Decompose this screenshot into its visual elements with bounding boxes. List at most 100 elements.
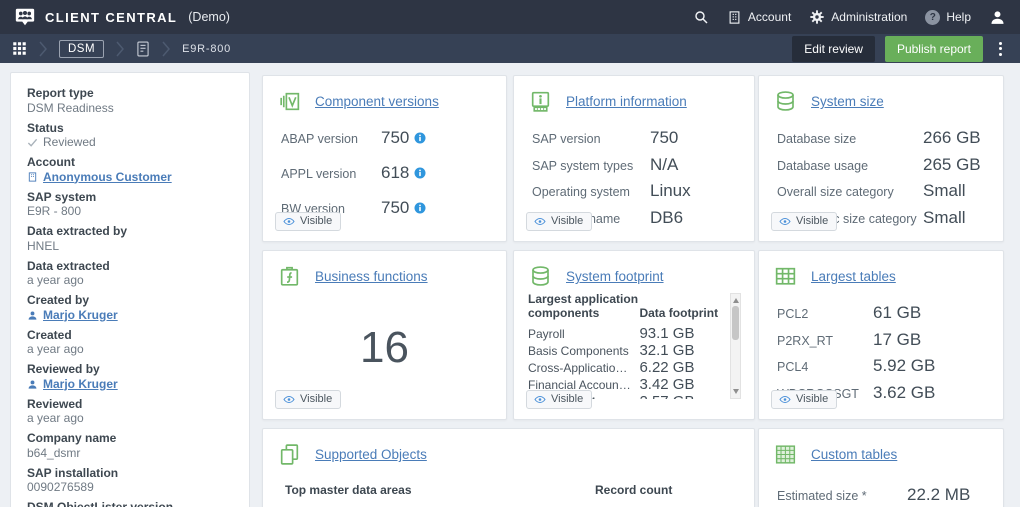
- kv-row: SAP version 750: [532, 128, 740, 148]
- apps-grid-icon[interactable]: [12, 41, 27, 56]
- supported-objects-title-link[interactable]: Supported Objects: [315, 447, 427, 462]
- chevron-right-icon: [161, 41, 171, 57]
- field-label: SAP installation: [27, 467, 233, 481]
- supported-objects-icon: [277, 442, 302, 467]
- nav-help[interactable]: ? Help: [925, 10, 971, 25]
- field-sap-installation: SAP installation 0090276589: [27, 467, 233, 496]
- row-value: 618: [381, 163, 409, 183]
- custom-tables-icon: [773, 442, 798, 467]
- business-functions-title-link[interactable]: Business functions: [315, 269, 428, 284]
- field-label: SAP system: [27, 191, 233, 205]
- nav-administration-label: Administration: [831, 10, 907, 24]
- info-icon[interactable]: [414, 132, 426, 144]
- info-icon[interactable]: [414, 202, 426, 214]
- row-label: Basis Components: [528, 344, 639, 358]
- field-value: DSM Readiness: [27, 101, 233, 116]
- largest-tables-title-link[interactable]: Largest tables: [811, 269, 896, 284]
- field-label: Created: [27, 329, 233, 343]
- scrollbar-thumb[interactable]: [732, 306, 739, 340]
- visible-badge[interactable]: Visible: [275, 212, 341, 231]
- breadcrumb: DSM E9R-800: [12, 40, 231, 58]
- person-icon: [27, 310, 38, 321]
- footprint-row: Payroll 93.1 GB: [528, 325, 727, 342]
- reviewed-by-link[interactable]: Marjo Kruger: [43, 377, 118, 392]
- field-reviewed: Reviewed a year ago: [27, 398, 233, 427]
- column-header: Data footprint: [639, 306, 718, 320]
- visible-badge[interactable]: Visible: [526, 390, 592, 409]
- row-label: PCL4: [777, 360, 873, 374]
- column-header: Record count: [595, 483, 672, 497]
- field-label: Data extracted by: [27, 225, 233, 239]
- kv-row: PCL4 5.92 GB: [777, 356, 989, 376]
- custom-tables-title-link[interactable]: Custom tables: [811, 447, 897, 462]
- brand-demo-label: (Demo): [188, 10, 230, 24]
- field-company-name: Company name b64_dsmr: [27, 432, 233, 461]
- field-label: Created by: [27, 294, 233, 308]
- eye-icon: [283, 217, 295, 226]
- eye-icon: [779, 395, 791, 404]
- visible-badge[interactable]: Visible: [526, 212, 592, 231]
- row-label: APPL version: [281, 167, 381, 181]
- field-value: a year ago: [27, 342, 233, 357]
- visible-badge[interactable]: Visible: [771, 390, 837, 409]
- breadcrumb-dsm[interactable]: DSM: [59, 40, 104, 58]
- field-created-by: Created by Marjo Kruger: [27, 294, 233, 323]
- field-data-extracted: Data extracted a year ago: [27, 260, 233, 289]
- system-footprint-card: System footprint Largest application com…: [513, 250, 755, 420]
- nav-account-label: Account: [748, 10, 791, 24]
- kv-row: P2RX_RT 17 GB: [777, 330, 989, 350]
- row-value: 750: [650, 128, 678, 148]
- visible-badge[interactable]: Visible: [275, 390, 341, 409]
- scroll-up-icon[interactable]: [733, 298, 739, 303]
- field-status: Status Reviewed: [27, 122, 233, 151]
- scroll-down-icon[interactable]: [733, 389, 739, 394]
- field-value: a year ago: [27, 273, 233, 288]
- row-label: SAP version: [532, 132, 650, 146]
- nav-account[interactable]: Account: [727, 10, 791, 25]
- user-profile-icon[interactable]: [989, 9, 1006, 26]
- row-value: 93.1 GB: [639, 325, 694, 342]
- account-link[interactable]: Anonymous Customer: [43, 170, 172, 185]
- field-label: DSM ObjectLister version: [27, 501, 233, 507]
- more-options-icon[interactable]: [993, 39, 1008, 59]
- row-value: Linux: [650, 181, 691, 201]
- visible-badge-label: Visible: [300, 393, 332, 405]
- row-value: 2.57 GB: [639, 393, 694, 399]
- kv-row: APPL version 618: [281, 163, 492, 183]
- row-label: Cross-Application Components: [528, 361, 639, 375]
- kv-row: Database size 266 GB: [777, 128, 989, 148]
- kv-row: ABAP version 750: [281, 128, 492, 148]
- business-functions-icon: [277, 264, 302, 289]
- kv-row: SAP system types N/A: [532, 155, 740, 175]
- eye-icon: [779, 217, 791, 226]
- nav-administration[interactable]: Administration: [809, 9, 907, 25]
- app-brand[interactable]: CLIENT CENTRAL (Demo): [14, 6, 230, 28]
- publish-report-button[interactable]: Publish report: [885, 36, 983, 62]
- row-label: Operating system: [532, 185, 650, 199]
- system-footprint-title-link[interactable]: System footprint: [566, 269, 664, 284]
- report-document-icon[interactable]: [136, 41, 150, 57]
- platform-information-title-link[interactable]: Platform information: [566, 94, 687, 109]
- info-icon[interactable]: [414, 167, 426, 179]
- chevron-right-icon: [38, 41, 48, 57]
- visible-badge[interactable]: Visible: [771, 212, 837, 231]
- created-by-link[interactable]: Marjo Kruger: [43, 308, 118, 323]
- visible-badge-label: Visible: [300, 215, 332, 227]
- row-value: N/A: [650, 155, 678, 175]
- row-label: Estimated size *: [777, 489, 907, 503]
- row-value: DB6: [650, 208, 683, 228]
- row-label: Database size: [777, 132, 923, 146]
- edit-review-button[interactable]: Edit review: [792, 36, 875, 62]
- component-versions-title-link[interactable]: Component versions: [315, 94, 439, 109]
- row-label: ABAP version: [281, 132, 381, 146]
- brand-name: CLIENT CENTRAL: [45, 10, 177, 25]
- field-value: E9R - 800: [27, 204, 233, 219]
- breadcrumb-system[interactable]: E9R-800: [182, 43, 231, 55]
- gear-icon: [809, 9, 825, 25]
- custom-tables-card: Custom tables Estimated size * 22.2 MB: [758, 428, 1004, 507]
- scrollbar[interactable]: [730, 293, 741, 399]
- search-icon[interactable]: [693, 9, 709, 25]
- row-value: 750: [381, 198, 409, 218]
- row-value: 266 GB: [923, 128, 981, 148]
- system-size-title-link[interactable]: System size: [811, 94, 884, 109]
